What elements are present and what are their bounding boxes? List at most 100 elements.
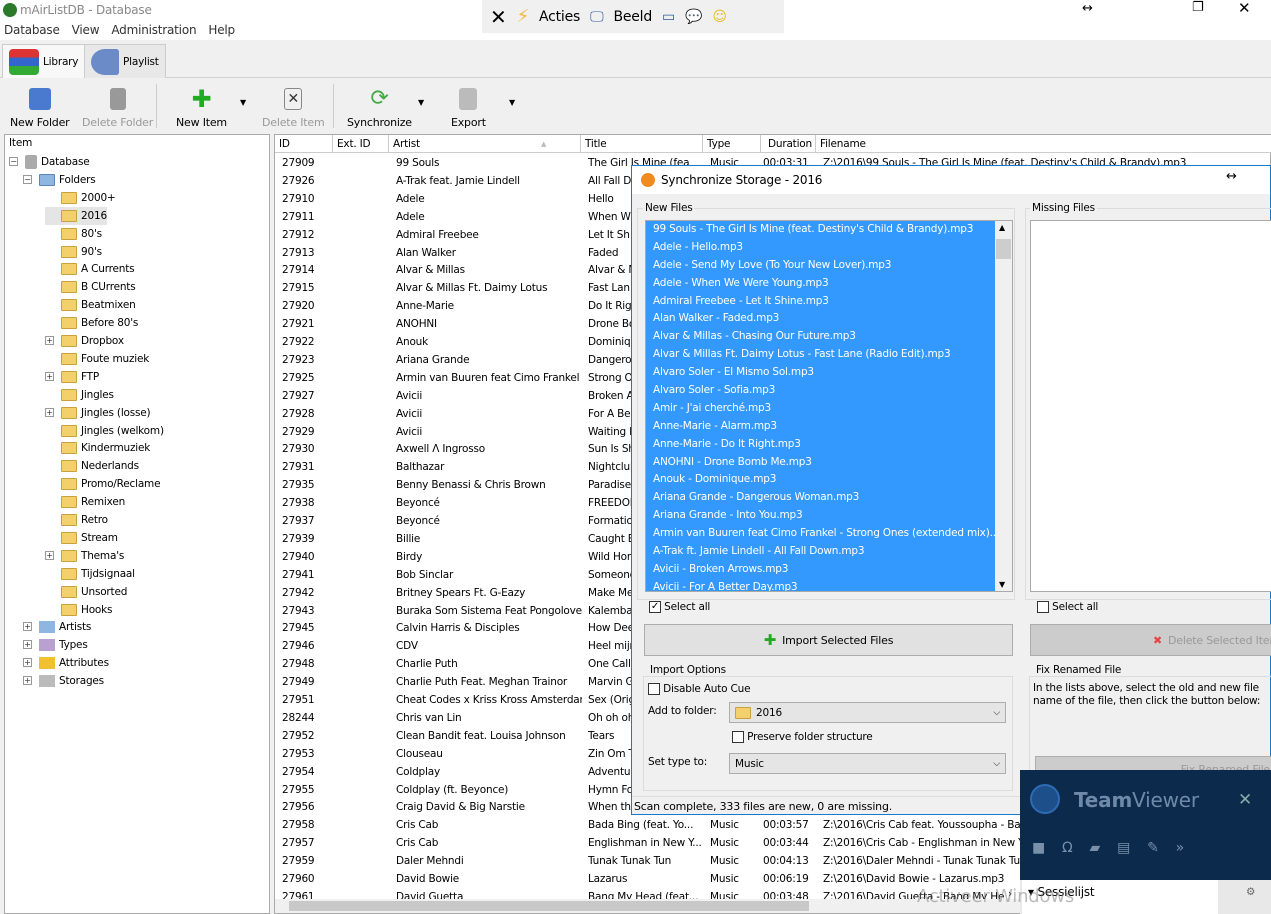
column-header-artist[interactable]: Artist ▲ bbox=[389, 135, 581, 153]
synchronize-button[interactable]: ⟳ Synchronize bbox=[347, 88, 412, 130]
column-header-id[interactable]: ID bbox=[275, 135, 333, 153]
tree-folder[interactable]: A Currents bbox=[45, 260, 135, 278]
tree-folder[interactable]: Tijdsignaal bbox=[45, 565, 135, 583]
chat-icon[interactable]: 💬 bbox=[685, 9, 702, 25]
resize-icon[interactable]: ↔ bbox=[1082, 1, 1093, 16]
tab-library[interactable]: Library bbox=[2, 44, 86, 78]
tree-folder[interactable]: 2000+ bbox=[45, 189, 116, 207]
add-to-folder-select[interactable]: 2016 ⌵ bbox=[729, 702, 1006, 723]
tree-folder[interactable]: Promo/Reclame bbox=[45, 475, 161, 493]
smiley-icon[interactable]: ☺ bbox=[712, 9, 727, 25]
column-header-duration[interactable]: Duration bbox=[761, 135, 816, 153]
new-item-button[interactable]: ✚ New Item bbox=[176, 87, 227, 129]
tree-folder[interactable]: Stream bbox=[45, 529, 118, 547]
resize-icon[interactable]: ↔ bbox=[1226, 169, 1237, 184]
tree-folder[interactable]: Jingles (welkom) bbox=[45, 422, 164, 440]
acties-button[interactable]: Acties bbox=[539, 9, 580, 25]
chat-icon[interactable]: ▰ bbox=[1090, 840, 1101, 856]
new-file-item[interactable]: Anne-Marie - Alarm.mp3 bbox=[646, 418, 1012, 436]
tree-folder[interactable]: Unsorted bbox=[45, 583, 127, 601]
export-dropdown[interactable]: ▼ bbox=[509, 98, 515, 107]
tree-folder[interactable]: + Thema's bbox=[45, 547, 124, 565]
new-file-item[interactable]: Alvaro Soler - Sofia.mp3 bbox=[646, 382, 1012, 400]
tree-folder[interactable]: Jingles bbox=[45, 386, 114, 404]
column-header-ext-id[interactable]: Ext. ID bbox=[333, 135, 389, 153]
import-selected-files-button[interactable]: ✚ Import Selected Files bbox=[644, 624, 1013, 656]
new-file-item[interactable]: Alan Walker - Faded.mp3 bbox=[646, 310, 1012, 328]
tree-folder[interactable]: Kindermuziek bbox=[45, 439, 150, 457]
tree-item-database[interactable]: − Database bbox=[9, 153, 90, 171]
tree-folder[interactable]: Foute muziek bbox=[45, 350, 149, 368]
new-file-item[interactable]: Ariana Grande - Dangerous Woman.mp3 bbox=[646, 489, 1012, 507]
new-file-item[interactable]: A-Trak ft. Jamie Lindell - All Fall Down… bbox=[646, 543, 1012, 561]
menu-help[interactable]: Help bbox=[208, 23, 235, 37]
tree-item-types[interactable]: + Types bbox=[23, 636, 88, 654]
new-file-item[interactable]: Anne-Marie - Do It Right.mp3 bbox=[646, 436, 1012, 454]
new-file-item[interactable]: Adele - Hello.mp3 bbox=[646, 239, 1012, 257]
new-file-item[interactable]: Adele - When We Were Young.mp3 bbox=[646, 275, 1012, 293]
tree-folder[interactable]: + Dropbox bbox=[45, 332, 124, 350]
close-icon[interactable]: ✕ bbox=[1238, 0, 1251, 17]
missing-files-list[interactable] bbox=[1030, 220, 1271, 592]
new-file-item[interactable]: Avicii - For A Better Day.mp3 bbox=[646, 579, 1012, 591]
tree-item-attributes[interactable]: + Attributes bbox=[23, 654, 109, 672]
tree-folder[interactable]: Nederlands bbox=[45, 457, 139, 475]
synchronize-dropdown[interactable]: ▼ bbox=[418, 98, 424, 107]
tree-folder[interactable]: + FTP bbox=[45, 368, 99, 386]
tree-folder[interactable]: Remixen bbox=[45, 493, 125, 511]
close-icon[interactable]: ✕ bbox=[1238, 790, 1252, 810]
new-file-item[interactable]: Alvaro Soler - El Mismo Sol.mp3 bbox=[646, 364, 1012, 382]
new-file-item[interactable]: Armin van Buuren feat Cimo Frankel - Str… bbox=[646, 525, 1012, 543]
new-file-item[interactable]: Anouk - Dominique.mp3 bbox=[646, 471, 1012, 489]
tree-folder[interactable]: Beatmixen bbox=[45, 296, 136, 314]
tree-folder[interactable]: Hooks bbox=[45, 601, 112, 619]
column-header-filename[interactable]: Filename bbox=[816, 135, 1271, 153]
select-all-new-checkbox[interactable]: ✓ Select all bbox=[649, 601, 710, 613]
gear-icon[interactable]: ⚙ bbox=[1246, 886, 1255, 898]
new-file-item[interactable]: Avicii - Broken Arrows.mp3 bbox=[646, 561, 1012, 579]
new-item-dropdown[interactable]: ▼ bbox=[240, 98, 246, 107]
tree-folder[interactable]: 2016 bbox=[45, 206, 107, 225]
headset-icon[interactable]: Ω bbox=[1062, 840, 1073, 856]
export-button[interactable]: Export bbox=[451, 88, 486, 129]
tree-folder[interactable]: B CUrrents bbox=[45, 278, 136, 296]
tab-playlist[interactable]: Playlist bbox=[84, 44, 166, 78]
tree-folder[interactable]: Before 80's bbox=[45, 314, 138, 332]
new-files-list[interactable]: 99 Souls - The Girl Is Mine (feat. Desti… bbox=[645, 220, 1013, 592]
new-file-item[interactable]: Alvar & Millas - Chasing Our Future.mp3 bbox=[646, 328, 1012, 346]
files-icon[interactable]: ▤ bbox=[1117, 840, 1130, 856]
new-file-item[interactable]: Admiral Freebee - Let It Shine.mp3 bbox=[646, 293, 1012, 311]
new-file-item[interactable]: Alvar & Millas Ft. Daimy Lotus - Fast La… bbox=[646, 346, 1012, 364]
close-icon[interactable]: ✕ bbox=[490, 5, 507, 29]
set-type-select[interactable]: Music ⌵ bbox=[729, 753, 1006, 774]
column-header-title[interactable]: Title bbox=[581, 135, 703, 153]
delete-folder-button[interactable]: Delete Folder bbox=[82, 88, 153, 129]
new-file-item[interactable]: ANOHNI - Drone Bomb Me.mp3 bbox=[646, 454, 1012, 472]
select-all-missing-checkbox[interactable]: Select all bbox=[1037, 601, 1098, 613]
tree-item-folders[interactable]: − Folders bbox=[23, 171, 96, 189]
new-file-item[interactable]: Adele - Send My Love (To Your New Lover)… bbox=[646, 257, 1012, 275]
tree-folder[interactable]: + Jingles (losse) bbox=[45, 404, 151, 422]
tree-folder[interactable]: 90's bbox=[45, 243, 102, 261]
list-scrollbar[interactable]: ▲ ▼ bbox=[995, 221, 1012, 591]
beeld-button[interactable]: Beeld bbox=[613, 9, 652, 25]
restore-icon[interactable]: ❐ bbox=[1192, 0, 1204, 15]
more-icon[interactable]: » bbox=[1176, 840, 1185, 856]
tree-folder[interactable]: 80's bbox=[45, 225, 102, 243]
new-file-item[interactable]: Amir - J'ai cherché.mp3 bbox=[646, 400, 1012, 418]
screen-icon[interactable]: ▭ bbox=[662, 9, 675, 25]
brush-icon[interactable]: ✎ bbox=[1147, 840, 1159, 856]
new-folder-button[interactable]: New Folder bbox=[10, 88, 70, 129]
disable-auto-cue-checkbox[interactable]: Disable Auto Cue bbox=[648, 683, 751, 695]
new-file-item[interactable]: 99 Souls - The Girl Is Mine (feat. Desti… bbox=[646, 221, 1012, 239]
delete-selected-items-button[interactable]: ✖Delete Selected Items bbox=[1030, 624, 1271, 656]
menu-view[interactable]: View bbox=[72, 23, 100, 37]
menu-administration[interactable]: Administration bbox=[111, 23, 196, 37]
video-icon[interactable]: ■ bbox=[1032, 840, 1045, 856]
tree-item-artists[interactable]: + Artists bbox=[23, 618, 91, 636]
tree-item-storages[interactable]: + Storages bbox=[23, 672, 104, 690]
menu-database[interactable]: Database bbox=[4, 23, 60, 37]
delete-item-button[interactable]: ✕ Delete Item bbox=[262, 88, 325, 129]
tree-folder[interactable]: Retro bbox=[45, 511, 108, 529]
new-file-item[interactable]: Ariana Grande - Into You.mp3 bbox=[646, 507, 1012, 525]
